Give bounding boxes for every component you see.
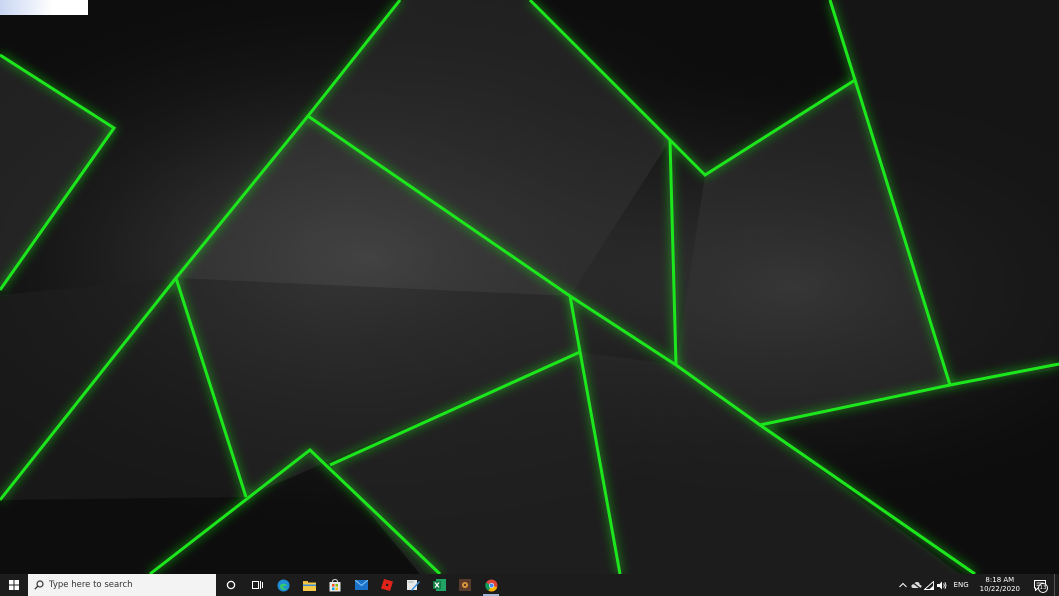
chrome-icon bbox=[484, 579, 497, 591]
action-center-button[interactable]: 13 bbox=[1026, 574, 1054, 596]
wallpaper bbox=[0, 0, 1059, 574]
mail-app[interactable] bbox=[348, 574, 374, 596]
onedrive-tray-button[interactable] bbox=[910, 574, 923, 596]
network-tray-button[interactable] bbox=[923, 574, 936, 596]
search-placeholder: Type here to search bbox=[49, 580, 133, 590]
wifi-icon bbox=[924, 580, 934, 590]
search-icon bbox=[34, 580, 44, 590]
snip-sketch-app[interactable] bbox=[400, 574, 426, 596]
excel-app[interactable] bbox=[426, 574, 452, 596]
show-hidden-icons-button[interactable] bbox=[897, 574, 910, 596]
chevron-up-icon bbox=[899, 582, 907, 588]
cloud-offline-icon bbox=[910, 581, 922, 589]
volume-tray-button[interactable] bbox=[936, 574, 949, 596]
input-language-indicator[interactable]: ENG bbox=[949, 581, 974, 589]
snip-sketch-icon bbox=[406, 580, 420, 591]
edge-app[interactable] bbox=[270, 574, 296, 596]
cortana-icon bbox=[226, 580, 236, 590]
show-desktop-button[interactable] bbox=[1054, 574, 1059, 596]
taskbar: Type here to search ENG 8:18 AM 10/22/20… bbox=[0, 574, 1059, 596]
window-preview-thumbnail[interactable] bbox=[0, 0, 88, 15]
system-tray: ENG 8:18 AM 10/22/2020 13 bbox=[897, 574, 1059, 596]
edge-icon bbox=[277, 579, 289, 591]
mail-icon bbox=[354, 580, 368, 590]
task-view-button[interactable] bbox=[244, 574, 270, 596]
start-button[interactable] bbox=[0, 574, 28, 596]
roblox-icon bbox=[381, 579, 393, 591]
media-app[interactable] bbox=[452, 574, 478, 596]
speaker-icon bbox=[937, 581, 947, 589]
file-explorer-icon bbox=[302, 580, 316, 591]
store-app[interactable] bbox=[322, 574, 348, 596]
windows-logo-icon bbox=[9, 580, 19, 590]
chrome-app[interactable] bbox=[478, 574, 504, 596]
clock[interactable]: 8:18 AM 10/22/2020 bbox=[974, 576, 1026, 594]
roblox-app[interactable] bbox=[374, 574, 400, 596]
store-icon bbox=[329, 578, 341, 591]
media-app-icon bbox=[459, 579, 471, 591]
search-input[interactable]: Type here to search bbox=[28, 574, 216, 596]
excel-icon bbox=[432, 579, 446, 591]
task-view-icon bbox=[251, 581, 263, 589]
desktop[interactable] bbox=[0, 0, 1059, 574]
clock-date: 10/22/2020 bbox=[979, 585, 1020, 593]
file-explorer-app[interactable] bbox=[296, 574, 322, 596]
clock-time: 8:18 AM bbox=[985, 576, 1015, 584]
notification-count-badge: 13 bbox=[1038, 583, 1048, 593]
cortana-button[interactable] bbox=[218, 574, 244, 596]
